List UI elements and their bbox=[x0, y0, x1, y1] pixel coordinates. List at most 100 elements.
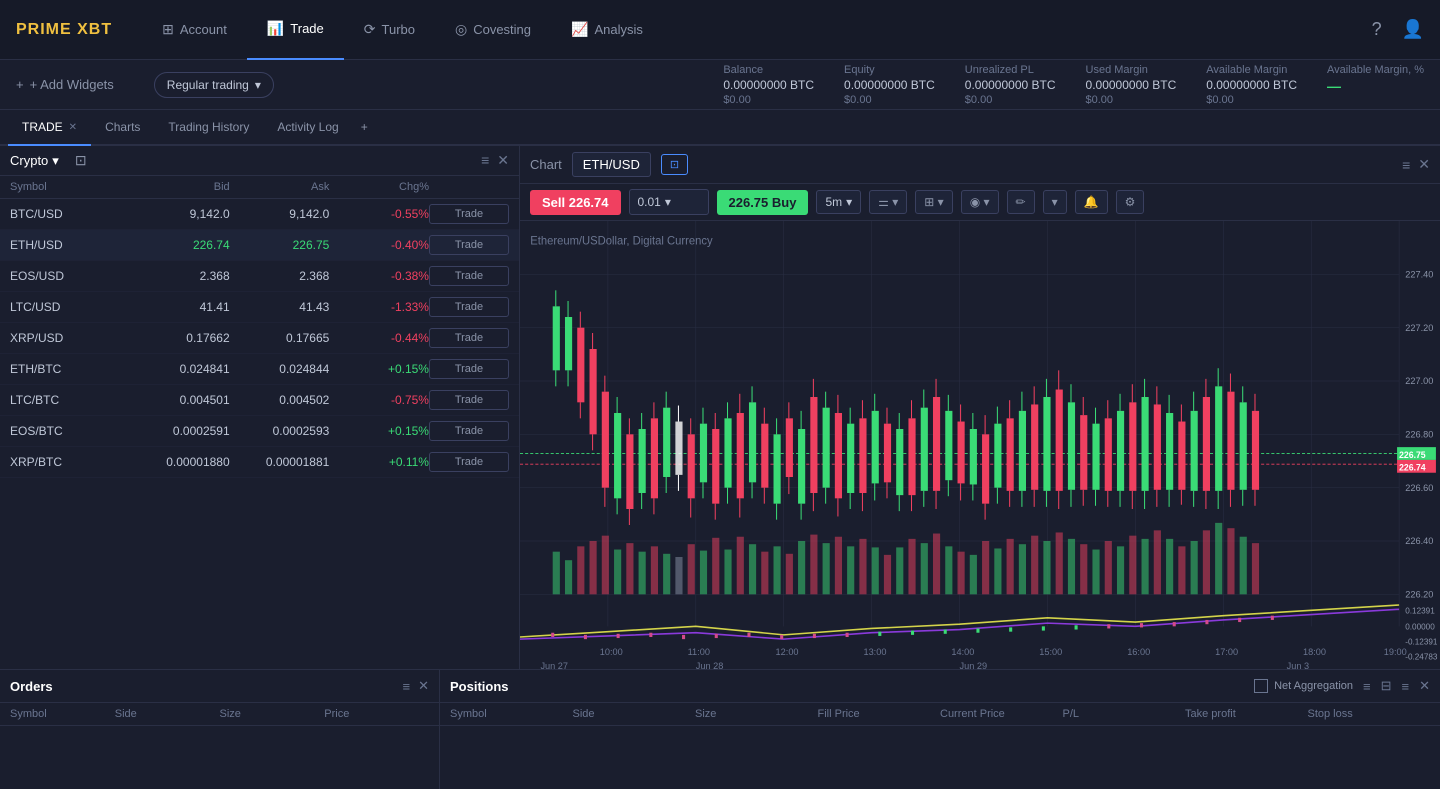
tab-charts[interactable]: Charts bbox=[91, 110, 154, 146]
help-icon[interactable]: ? bbox=[1372, 19, 1382, 40]
positions-title: Positions bbox=[450, 679, 509, 694]
nav-analysis[interactable]: 📈 Analysis bbox=[551, 0, 663, 60]
bid-btcusd: 9,142.0 bbox=[130, 207, 230, 221]
available-margin-item: Available Margin 0.00000000 BTC $0.00 bbox=[1206, 64, 1297, 106]
table-row[interactable]: LTC/USD 41.41 41.43 -1.33% Trade bbox=[0, 292, 519, 323]
net-aggregation-label: Net Aggregation bbox=[1274, 680, 1353, 692]
add-widgets-button[interactable]: + + Add Widgets bbox=[16, 77, 114, 92]
svg-text:Jun 3: Jun 3 bbox=[1287, 660, 1309, 669]
orders-panel: Orders ≡ ✕ Symbol Side Size Price bbox=[0, 670, 440, 789]
chart-header-controls: ≡ ✕ bbox=[1402, 156, 1430, 173]
trading-mode-label: Regular trading bbox=[167, 78, 249, 92]
search-btn[interactable]: ⊡ bbox=[75, 152, 87, 169]
logo-prime: PRIME bbox=[16, 21, 72, 38]
tab-activity-log[interactable]: Activity Log bbox=[263, 110, 352, 146]
table-row[interactable]: ETH/USD 226.74 226.75 -0.40% Trade bbox=[0, 230, 519, 261]
positions-menu-icon[interactable]: ≡ bbox=[1363, 679, 1371, 694]
nav-turbo[interactable]: ⟳ Turbo bbox=[344, 0, 435, 60]
pos-col-symbol: Symbol bbox=[450, 708, 573, 720]
nav-trade-label: Trade bbox=[290, 21, 323, 36]
chart-menu-icon[interactable]: ≡ bbox=[1402, 157, 1410, 173]
bid-eosbtc: 0.0002591 bbox=[130, 424, 230, 438]
sell-button[interactable]: Sell 226.74 bbox=[530, 190, 621, 215]
orders-col-size: Size bbox=[220, 708, 325, 720]
available-margin-pct-label: Available Margin, % bbox=[1327, 64, 1424, 76]
market-table-header: Symbol Bid Ask Chg% bbox=[0, 176, 519, 199]
positions-expand-icon[interactable]: ≡ bbox=[1402, 679, 1410, 694]
unrealized-pl-usd: $0.00 bbox=[965, 94, 1056, 106]
chart-draw-dropdown[interactable]: ▾ bbox=[1043, 190, 1067, 214]
add-tab-button[interactable]: + bbox=[353, 120, 376, 134]
trade-btn-eosbtc[interactable]: Trade bbox=[429, 421, 509, 441]
chart-panel: Chart ETH/USD ⊡ ≡ ✕ Sell 226.74 0.01 ▾ 2… bbox=[520, 146, 1440, 669]
chart-symbol-input[interactable]: ETH/USD bbox=[572, 152, 651, 177]
table-row[interactable]: EOS/BTC 0.0002591 0.0002593 +0.15% Trade bbox=[0, 416, 519, 447]
trading-mode-select[interactable]: Regular trading ▾ bbox=[154, 72, 274, 98]
table-row[interactable]: XRP/BTC 0.00001880 0.00001881 +0.11% Tra… bbox=[0, 447, 519, 478]
table-row[interactable]: EOS/USD 2.368 2.368 -0.38% Trade bbox=[0, 261, 519, 292]
orders-close-icon[interactable]: ✕ bbox=[418, 678, 429, 694]
chart-overlay-btn[interactable]: ⊞ ▾ bbox=[915, 190, 952, 214]
trade-btn-ethbtc[interactable]: Trade bbox=[429, 359, 509, 379]
timeframe-value: 5m bbox=[825, 195, 842, 209]
trade-btn-btcusd[interactable]: Trade bbox=[429, 204, 509, 224]
ask-xrpusd: 0.17665 bbox=[230, 331, 330, 345]
svg-text:Jun 29: Jun 29 bbox=[960, 660, 988, 669]
panel-close-icon[interactable]: ✕ bbox=[497, 152, 509, 169]
plus-icon: + bbox=[16, 77, 24, 92]
table-row[interactable]: LTC/BTC 0.004501 0.004502 -0.75% Trade bbox=[0, 385, 519, 416]
balance-btc: 0.00000000 BTC bbox=[723, 78, 814, 92]
app-logo[interactable]: PRIME XBT bbox=[16, 21, 112, 39]
trade-btn-xrpusd[interactable]: Trade bbox=[429, 328, 509, 348]
pos-col-stop-loss: Stop loss bbox=[1308, 708, 1431, 720]
tab-trade-close[interactable]: ✕ bbox=[69, 122, 77, 133]
panel-menu-icon[interactable]: ≡ bbox=[481, 152, 489, 169]
chart-type-btn[interactable]: ⚌ ▾ bbox=[869, 190, 907, 214]
category-selector[interactable]: Crypto ▾ bbox=[10, 153, 59, 169]
user-icon[interactable]: 👤 bbox=[1402, 19, 1424, 40]
nav-covesting-label: Covesting bbox=[473, 22, 531, 37]
chart-settings-btn[interactable]: ⚙ bbox=[1116, 190, 1145, 214]
buy-button[interactable]: 226.75 Buy bbox=[717, 190, 809, 215]
table-row[interactable]: XRP/USD 0.17662 0.17665 -0.44% Trade bbox=[0, 323, 519, 354]
trade-btn-eosusd[interactable]: Trade bbox=[429, 266, 509, 286]
table-row[interactable]: ETH/BTC 0.024841 0.024844 +0.15% Trade bbox=[0, 354, 519, 385]
chg-ethbtc: +0.15% bbox=[329, 362, 429, 376]
svg-text:226.20: 226.20 bbox=[1405, 588, 1433, 599]
ask-ethusd: 226.75 bbox=[230, 238, 330, 252]
chart-draw-btn[interactable]: ✏ bbox=[1007, 190, 1035, 214]
col-bid: Bid bbox=[130, 181, 230, 193]
tab-trade[interactable]: TRADE ✕ bbox=[8, 110, 91, 146]
trade-btn-ltcusd[interactable]: Trade bbox=[429, 297, 509, 317]
table-row[interactable]: BTC/USD 9,142.0 9,142.0 -0.55% Trade bbox=[0, 199, 519, 230]
tab-charts-label: Charts bbox=[105, 120, 140, 134]
chart-indicator-btn[interactable]: ◉ ▾ bbox=[961, 190, 999, 214]
top-navigation: PRIME XBT ⊞ Account 📊 Trade ⟳ Turbo ◎ Co… bbox=[0, 0, 1440, 60]
nav-trade[interactable]: 📊 Trade bbox=[247, 0, 344, 60]
chart-symbol-btn[interactable]: ⊡ bbox=[661, 154, 688, 175]
svg-text:0.00000: 0.00000 bbox=[1405, 621, 1435, 631]
net-aggregation-toggle[interactable]: Net Aggregation bbox=[1254, 679, 1353, 693]
svg-text:Jun 28: Jun 28 bbox=[696, 660, 724, 669]
positions-close-icon[interactable]: ✕ bbox=[1419, 678, 1430, 694]
trade-btn-ethusd[interactable]: Trade bbox=[429, 235, 509, 255]
trade-btn-ltcbtc[interactable]: Trade bbox=[429, 390, 509, 410]
timeframe-selector[interactable]: 5m ▾ bbox=[816, 190, 861, 214]
tab-trading-history[interactable]: Trading History bbox=[154, 110, 263, 146]
nav-covesting[interactable]: ◎ Covesting bbox=[435, 0, 551, 60]
nav-account[interactable]: ⊞ Account bbox=[142, 0, 247, 60]
symbol-ethusd: ETH/USD bbox=[10, 238, 130, 252]
trade-icon: 📊 bbox=[267, 20, 284, 37]
symbol-ltcbtc: LTC/BTC bbox=[10, 393, 130, 407]
chart-alert-btn[interactable]: 🔔 bbox=[1075, 190, 1108, 214]
orders-menu-icon[interactable]: ≡ bbox=[403, 679, 411, 694]
chart-close-icon[interactable]: ✕ bbox=[1418, 156, 1430, 173]
unrealized-pl-btc: 0.00000000 BTC bbox=[965, 78, 1056, 92]
quantity-input[interactable]: 0.01 ▾ bbox=[629, 189, 709, 215]
chg-ltcbtc: -0.75% bbox=[329, 393, 429, 407]
balance-item: Balance 0.00000000 BTC $0.00 bbox=[723, 64, 814, 106]
net-aggregation-checkbox[interactable] bbox=[1254, 679, 1268, 693]
main-layout: Crypto ▾ ⊡ ≡ ✕ Symbol Bid Ask Chg% BTC/U… bbox=[0, 146, 1440, 669]
positions-filter-icon[interactable]: ⊟ bbox=[1381, 678, 1392, 694]
trade-btn-xrpbtc[interactable]: Trade bbox=[429, 452, 509, 472]
